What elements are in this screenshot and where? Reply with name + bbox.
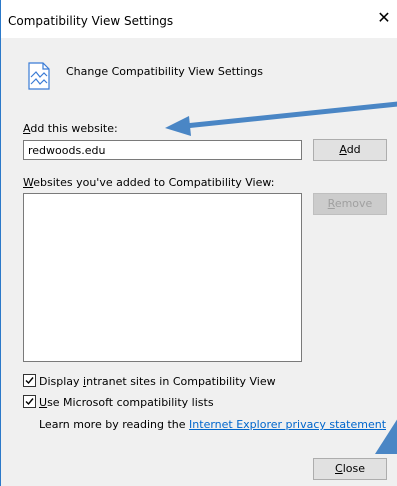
annotation-arrow-icon — [375, 419, 397, 454]
remove-button[interactable]: Remove — [313, 193, 387, 215]
intranet-label-after: ntranet sites in Compatibility View — [86, 375, 276, 388]
intranet-label[interactable]: Display intranet sites in Compatibility … — [39, 375, 276, 388]
window-title: Compatibility View Settings — [8, 14, 174, 28]
privacy-statement-link[interactable]: Internet Explorer privacy statement — [189, 418, 386, 431]
compatibility-view-dialog: Compatibility View Settings ✕ Change Com… — [0, 0, 397, 486]
websites-list-label-rest: ebsites you've added to Compatibility Vi… — [33, 176, 275, 189]
close-button-rest: lose — [342, 462, 365, 475]
title-bar: Compatibility View Settings ✕ — [1, 0, 397, 38]
add-website-label-rest: dd this website: — [30, 122, 118, 135]
learn-more-text: Learn more by reading the Internet Explo… — [39, 418, 386, 431]
add-website-label: Add this website: — [23, 122, 118, 135]
checkmark-icon — [25, 398, 34, 406]
websites-listbox[interactable] — [23, 193, 302, 362]
remove-button-rest: emove — [334, 197, 373, 210]
close-button[interactable]: Close — [313, 458, 387, 480]
intranet-checkbox[interactable] — [23, 374, 36, 387]
checkmark-icon — [25, 377, 34, 385]
websites-list-label: Websites you've added to Compatibility V… — [23, 176, 274, 189]
remove-button-accel: R — [327, 197, 335, 210]
compatibility-page-icon — [28, 62, 50, 90]
ms-lists-label-after: se Microsoft compatibility lists — [47, 396, 214, 409]
header-text: Change Compatibility View Settings — [66, 65, 264, 78]
learn-more-prefix: Learn more by reading the — [39, 418, 190, 431]
intranet-label-before: Display — [39, 375, 84, 388]
close-icon[interactable]: ✕ — [376, 10, 392, 26]
add-website-input[interactable] — [23, 140, 302, 160]
ms-lists-label-accel: U — [39, 396, 48, 409]
add-button-accel: A — [339, 143, 347, 156]
add-button[interactable]: Add — [313, 139, 387, 161]
annotation-arrow-icon — [165, 101, 397, 136]
websites-list-label-accel: W — [23, 176, 34, 189]
ms-lists-checkbox[interactable] — [23, 395, 36, 408]
ms-lists-label[interactable]: Use Microsoft compatibility lists — [39, 396, 214, 409]
add-button-rest: dd — [346, 143, 361, 156]
close-button-accel: C — [335, 462, 343, 475]
